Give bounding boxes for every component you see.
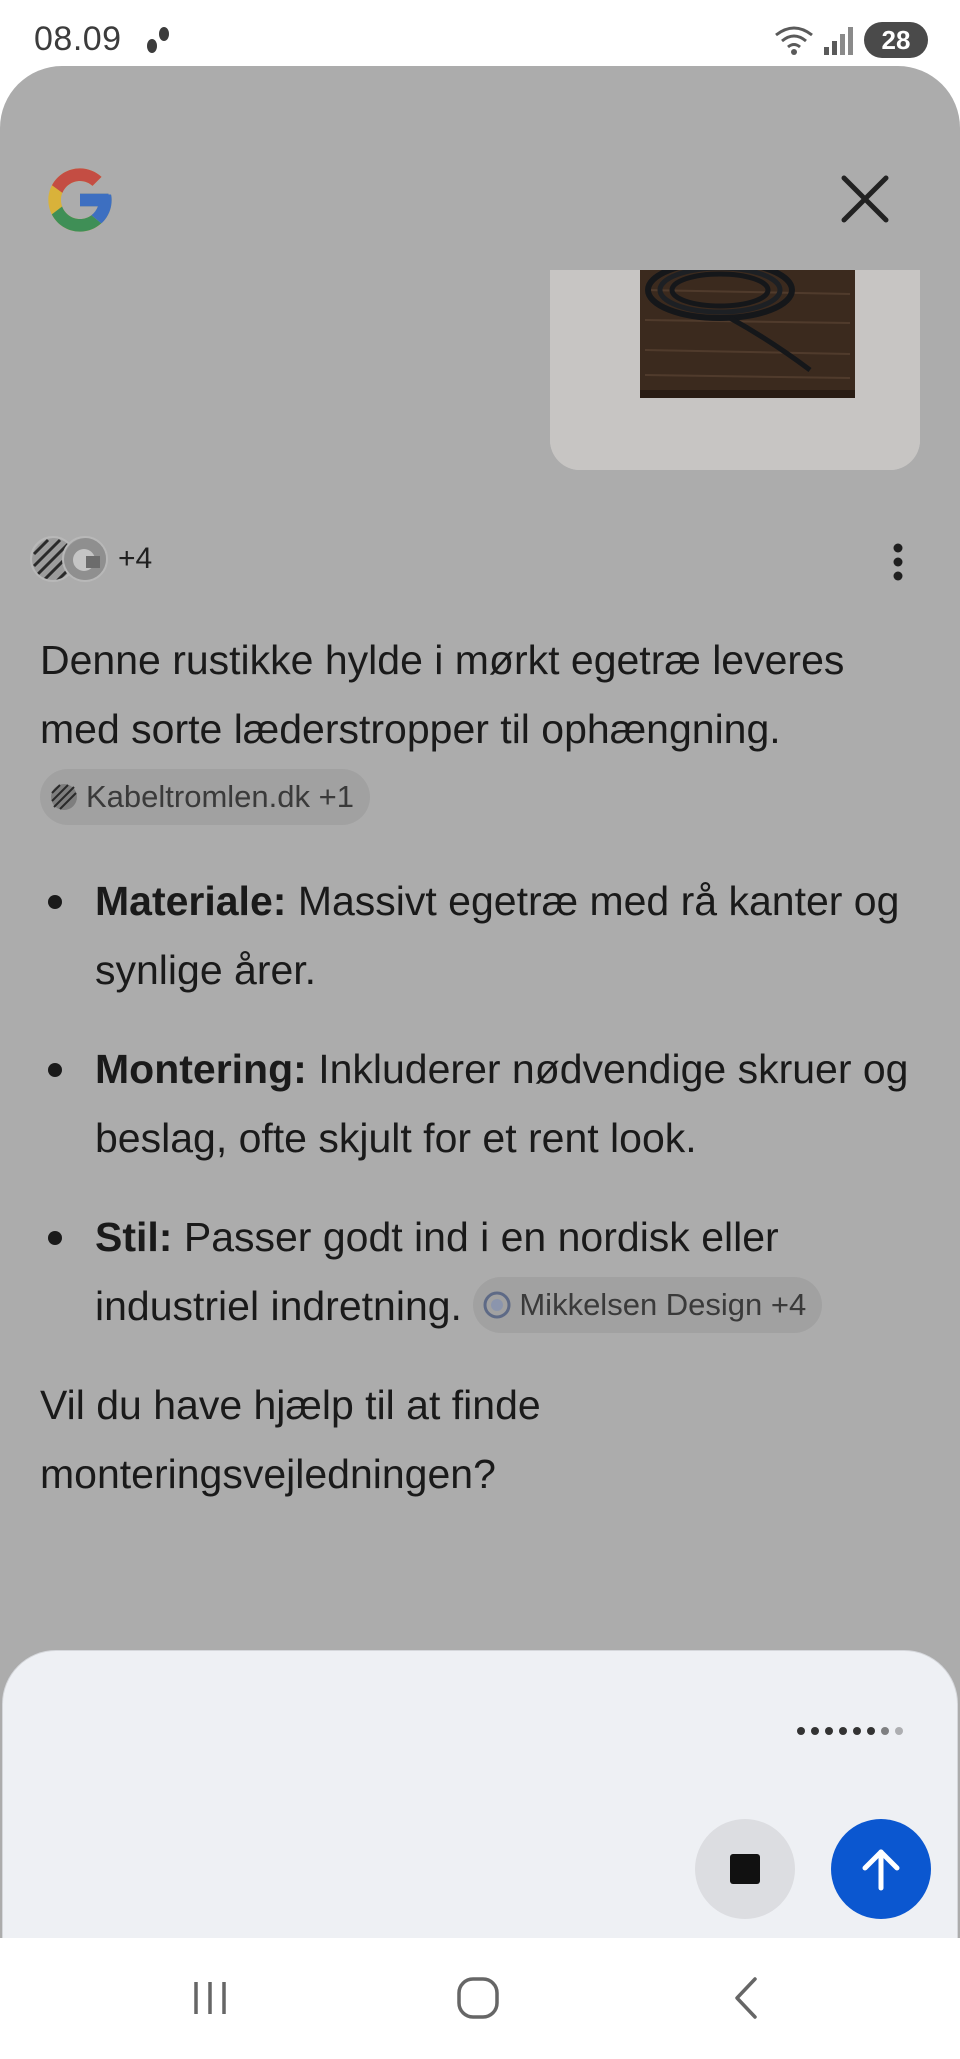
source-chip-mikkelsen[interactable]: Mikkelsen Design +4 — [473, 1277, 823, 1334]
bullet-label: Stil: — [95, 1214, 173, 1260]
input-panel — [2, 1650, 958, 1940]
stop-button[interactable] — [695, 1819, 795, 1919]
bullet-dot — [48, 1063, 62, 1077]
source-chip-label: Mikkelsen Design +4 — [519, 1287, 807, 1323]
signal-icon — [824, 27, 853, 55]
bullet-stil: Stil: Passer godt ind i en nordisk eller… — [40, 1203, 920, 1341]
google-g-icon — [48, 168, 112, 232]
steps-icon — [147, 27, 169, 53]
battery-icon: 28 — [864, 22, 928, 58]
send-button[interactable] — [831, 1819, 931, 1919]
system-nav-bar — [0, 1938, 960, 2059]
bullet-dot — [48, 895, 62, 909]
status-icons: 28 — [774, 20, 928, 60]
source-count: +4 — [118, 542, 153, 575]
wifi-icon — [775, 26, 813, 55]
answer-intro: Denne rustikke hylde i mørkt egetræ leve… — [40, 626, 920, 833]
bullet-label: Montering: — [95, 1046, 307, 1092]
more-vert-icon[interactable] — [878, 538, 918, 586]
followup-question: Vil du have hjælp til at finde montering… — [40, 1382, 541, 1497]
globe-icon — [483, 1291, 511, 1319]
source-favicon-icon — [51, 784, 77, 811]
recents-button[interactable] — [170, 1968, 250, 2028]
back-icon — [735, 1977, 757, 2019]
loading-indicator — [797, 1721, 903, 1741]
source-avatar-2 — [62, 536, 108, 582]
bullet-dot — [48, 1231, 62, 1245]
source-chip-kabeltromlen[interactable]: Kabeltromlen.dk +1 — [40, 769, 370, 826]
stop-icon — [730, 1854, 760, 1884]
shelf-image[interactable] — [550, 270, 920, 470]
home-button[interactable] — [438, 1968, 518, 2028]
prompt-input[interactable] — [53, 1703, 753, 1753]
recents-icon — [194, 1982, 226, 2014]
source-chip-label: Kabeltromlen.dk +1 — [86, 779, 354, 815]
bullet-label: Materiale: — [95, 878, 287, 924]
status-bar: 08.09 28 — [0, 0, 960, 66]
answer-text: Denne rustikke hylde i mørkt egetræ leve… — [40, 626, 920, 1509]
shelf-photo — [550, 270, 920, 470]
answer-intro-text: Denne rustikke hylde i mørkt egetræ leve… — [40, 637, 845, 752]
close-icon[interactable] — [836, 170, 894, 228]
back-button[interactable] — [706, 1968, 786, 2028]
bullet-materiale: Materiale: Massivt egetræ med rå kanter … — [40, 867, 920, 1005]
arrow-up-icon — [862, 1849, 900, 1891]
bullet-montering: Montering: Inkluderer nødvendige skruer … — [40, 1035, 920, 1173]
home-icon — [457, 1977, 499, 2019]
battery-level: 28 — [881, 24, 911, 55]
answer-bullets: Materiale: Massivt egetræ med rå kanter … — [40, 867, 920, 1341]
source-avatars[interactable]: +4 — [30, 532, 152, 586]
status-time: 08.09 — [34, 20, 122, 58]
